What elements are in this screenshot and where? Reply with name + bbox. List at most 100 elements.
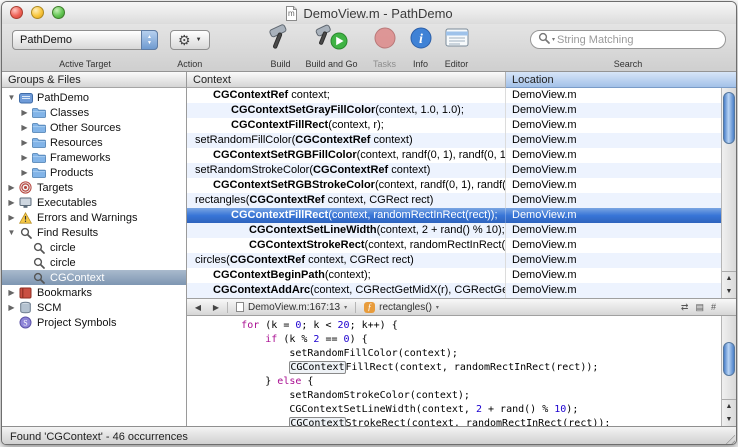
build-and-go-button[interactable] [314, 26, 350, 54]
code-line: for (k = 0; k < 20; k++) { [193, 319, 721, 333]
active-target-value: PathDemo [20, 34, 72, 46]
editor-scrollbar[interactable]: ▲ ▼ [721, 316, 736, 426]
result-location: DemoView.m [506, 253, 721, 268]
line-number-icon[interactable]: # [711, 302, 716, 312]
sidebar-item-circle[interactable]: circle [2, 240, 186, 255]
minimize-button[interactable] [31, 6, 44, 19]
active-target-popup[interactable]: PathDemo ▲▼ [12, 30, 158, 50]
folder-icon [30, 137, 47, 148]
result-context: CGContextSetRGBFillColor(context, randf(… [187, 148, 506, 163]
file-history-popup[interactable]: DemoView.m:167:13 ▾ [232, 302, 351, 313]
result-row[interactable]: CGContextFillRect(context, r);DemoView.m [187, 118, 721, 133]
disclosure-triangle-icon[interactable]: ▶ [19, 108, 30, 117]
result-row[interactable]: circles(CGContextRef context, CGRect rec… [187, 253, 721, 268]
sidebar-item-circle[interactable]: circle [2, 255, 186, 270]
sidebar-item-label: Resources [50, 137, 103, 149]
result-row[interactable]: CGContextFillRect(context, randomRectInR… [187, 208, 721, 223]
scroll-down-button[interactable]: ▼ [722, 285, 736, 298]
disclosure-triangle-icon[interactable]: ▶ [19, 153, 30, 162]
result-row[interactable]: setRandomStrokeColor(CGContextRef contex… [187, 163, 721, 178]
result-row[interactable]: CGContextRef context;DemoView.m [187, 88, 721, 103]
result-row[interactable]: setRandomFillColor(CGContextRef context)… [187, 133, 721, 148]
stop-circle-icon [372, 25, 398, 56]
result-row[interactable]: CGContextSetRGBFillColor(context, randf(… [187, 148, 721, 163]
sidebar-header[interactable]: Groups & Files [2, 72, 186, 88]
counterpart-icon[interactable]: ⇄ [681, 302, 689, 313]
disclosure-triangle-icon[interactable]: ▼ [6, 228, 17, 237]
action-button[interactable]: ⚙ ▼ [170, 30, 210, 50]
disclosure-triangle-icon[interactable]: ▶ [19, 138, 30, 147]
result-location: DemoView.m [506, 88, 721, 103]
disclosure-triangle-icon[interactable]: ▶ [6, 183, 17, 192]
file-icon [236, 302, 244, 312]
sidebar-item-label: PathDemo [37, 92, 89, 104]
sidebar-item-targets[interactable]: ▶Targets [2, 180, 186, 195]
scroll-down-button[interactable]: ▼ [722, 413, 736, 426]
sidebar-item-classes[interactable]: ▶Classes [2, 105, 186, 120]
disclosure-triangle-icon[interactable]: ▶ [6, 198, 17, 207]
zoom-button[interactable] [52, 6, 65, 19]
sidebar-item-errors-and-warnings[interactable]: ▶Errors and Warnings [2, 210, 186, 225]
column-header-location[interactable]: Location [506, 72, 736, 88]
column-header-context[interactable]: Context [187, 72, 506, 88]
code-line: } else { [193, 375, 721, 389]
result-row[interactable]: CGContextStrokeRect(context, randomRectI… [187, 238, 721, 253]
go-back-button[interactable]: ◀ [191, 303, 205, 312]
editor-scrollbar-thumb[interactable] [723, 342, 735, 376]
search-field[interactable]: ▾ [530, 30, 726, 49]
sidebar-item-other-sources[interactable]: ▶Other Sources [2, 120, 186, 135]
sidebar-item-resources[interactable]: ▶ Resources [2, 135, 186, 150]
document-icon-letter: m [285, 9, 297, 18]
scroll-up-button[interactable]: ▲ [722, 272, 736, 285]
sidebar-item-project-symbols[interactable]: SProject Symbols [2, 315, 186, 330]
sidebar-item-pathdemo[interactable]: ▼ PathDemo [2, 90, 186, 105]
sidebar-item-find-results[interactable]: ▼Find Results [2, 225, 186, 240]
disclosure-triangle-icon[interactable]: ▶ [6, 303, 17, 312]
result-row[interactable]: rectangles(CGContextRef context, CGRect … [187, 193, 721, 208]
disclosure-triangle-icon[interactable]: ▶ [6, 288, 17, 297]
sidebar-header-label: Groups & Files [8, 74, 81, 86]
toolbar-label-tasks: Tasks [373, 59, 396, 70]
function-popup[interactable]: ƒ rectangles() ▾ [360, 302, 443, 313]
code-line: CGContextFillRect(context, randomRectInR… [193, 361, 721, 375]
results-scrollbar-thumb[interactable] [723, 92, 735, 144]
project-icon [17, 92, 34, 104]
close-button[interactable] [10, 6, 23, 19]
code-line: CGContextSetLineWidth(context, 2 + rand(… [193, 403, 721, 417]
result-row[interactable]: CGContextBeginPath(context);DemoView.m [187, 268, 721, 283]
info-button[interactable]: i [410, 26, 432, 54]
disclosure-triangle-icon[interactable]: ▶ [19, 168, 30, 177]
disclosure-triangle-icon[interactable]: ▶ [19, 123, 30, 132]
scroll-up-button[interactable]: ▲ [722, 400, 736, 413]
sidebar-item-cgcontext[interactable]: CGContext [2, 270, 186, 285]
navbar-separator [227, 302, 228, 313]
result-context: CGContextFillRect(context, randomRectInR… [187, 208, 506, 223]
sidebar-item-scm[interactable]: ▶ SCM [2, 300, 186, 315]
sidebar-item-executables[interactable]: ▶Executables [2, 195, 186, 210]
code-area[interactable]: for (k = 0; k < 20; k++) { if (k % 2 == … [187, 316, 721, 426]
results-scrollbar[interactable]: ▲ ▼ [721, 88, 736, 298]
result-row[interactable]: CGContextSetLineWidth(context, 2 + rand(… [187, 223, 721, 238]
resize-grip[interactable] [722, 432, 735, 445]
editor-button[interactable] [444, 26, 470, 54]
search-menu-caret-icon[interactable]: ▾ [552, 36, 555, 43]
sidebar-item-frameworks[interactable]: ▶Frameworks [2, 150, 186, 165]
code-line: if (k % 2 == 0) { [193, 333, 721, 347]
result-location: DemoView.m [506, 163, 721, 178]
go-forward-button[interactable]: ▶ [209, 303, 223, 312]
result-row[interactable]: CGContextSetGrayFillColor(context, 1.0, … [187, 103, 721, 118]
toolbar: PathDemo ▲▼ Active Target ⚙ ▼ Action Bui… [2, 24, 736, 72]
magnifier-icon [30, 242, 47, 254]
build-button[interactable] [266, 26, 296, 54]
bookmarks-icon[interactable]: ▤ [695, 302, 704, 313]
sidebar-item-label: SCM [37, 302, 61, 314]
sidebar-item-bookmarks[interactable]: ▶Bookmarks [2, 285, 186, 300]
sidebar-item-products[interactable]: ▶Products [2, 165, 186, 180]
result-row[interactable]: CGContextSetRGBStrokeColor(context, rand… [187, 178, 721, 193]
disclosure-triangle-icon[interactable]: ▶ [6, 213, 17, 222]
search-input[interactable] [557, 34, 718, 46]
result-row[interactable]: CGContextAddArc(context, CGRectGetMidX(r… [187, 283, 721, 298]
titlebar[interactable]: m DemoView.m - PathDemo [2, 2, 736, 24]
disclosure-triangle-icon[interactable]: ▼ [6, 93, 17, 102]
search-icon [538, 31, 550, 49]
